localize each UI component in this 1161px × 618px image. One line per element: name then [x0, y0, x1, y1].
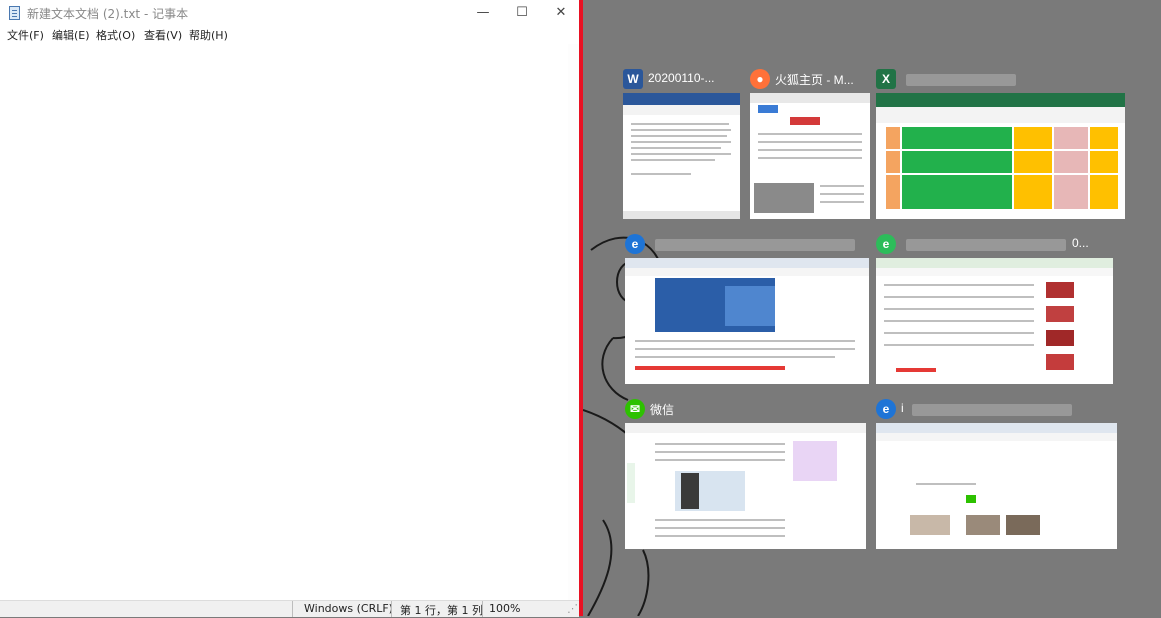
window-thumbnail	[625, 423, 866, 549]
window-thumbnail	[625, 258, 869, 384]
blurred-title	[906, 239, 1066, 251]
status-bar: Windows (CRLF) 第 1 行，第 1 列 100% ⋰	[0, 600, 579, 617]
excel-icon: X	[876, 69, 896, 89]
close-button[interactable]: ✕	[541, 0, 581, 26]
blurred-title	[912, 404, 1072, 416]
title-bar[interactable]: 新建文本文档 (2).txt - 记事本 — ☐ ✕	[0, 0, 579, 26]
menu-format[interactable]: 格式(O)	[96, 27, 135, 43]
wechat-icon: ✉	[625, 399, 645, 419]
window-thumbnail	[876, 423, 1117, 549]
browser-icon: e	[625, 234, 645, 254]
status-zoom: 100%	[489, 602, 521, 615]
window-title: 新建文本文档 (2).txt - 记事本	[27, 7, 189, 21]
menu-bar: 文件(F) 编辑(E) 格式(O) 查看(V) 帮助(H)	[0, 26, 579, 44]
window-title: i	[901, 401, 904, 415]
status-divider	[482, 601, 483, 617]
menu-file[interactable]: 文件(F)	[7, 27, 44, 43]
blurred-title	[655, 239, 855, 251]
window-thumbnail	[623, 93, 740, 219]
window-thumbnail	[750, 93, 870, 219]
status-line-ending: Windows (CRLF)	[304, 602, 393, 615]
blurred-title	[906, 74, 1016, 86]
text-editor[interactable]	[2, 44, 572, 604]
vertical-scrollbar[interactable]	[568, 44, 579, 600]
window-title: 0...	[1072, 236, 1089, 250]
window-thumbnail	[876, 93, 1125, 219]
window-title: 火狐主页 - M...	[775, 73, 854, 87]
word-icon: W	[623, 69, 643, 89]
maximize-button[interactable]: ☐	[502, 0, 542, 26]
status-divider	[391, 601, 392, 617]
browser-icon: e	[876, 399, 896, 419]
minimize-button[interactable]: —	[463, 0, 503, 26]
window-title: 20200110-...	[648, 71, 715, 85]
notepad-window: 新建文本文档 (2).txt - 记事本 — ☐ ✕ 文件(F) 编辑(E) 格…	[0, 0, 580, 617]
notepad-icon	[9, 6, 20, 20]
menu-help[interactable]: 帮助(H)	[189, 27, 228, 43]
resize-grip-icon[interactable]: ⋰	[567, 602, 578, 615]
snap-assist-panel: W 20200110-... ● 火狐主页 - M... X e e 0... …	[583, 0, 1161, 616]
window-title: 微信	[650, 403, 675, 417]
menu-edit[interactable]: 编辑(E)	[52, 27, 90, 43]
status-divider	[292, 601, 293, 617]
firefox-icon: ●	[750, 69, 770, 89]
window-thumbnail	[876, 258, 1113, 384]
menu-view[interactable]: 查看(V)	[144, 27, 182, 43]
browser-360-icon: e	[876, 234, 896, 254]
